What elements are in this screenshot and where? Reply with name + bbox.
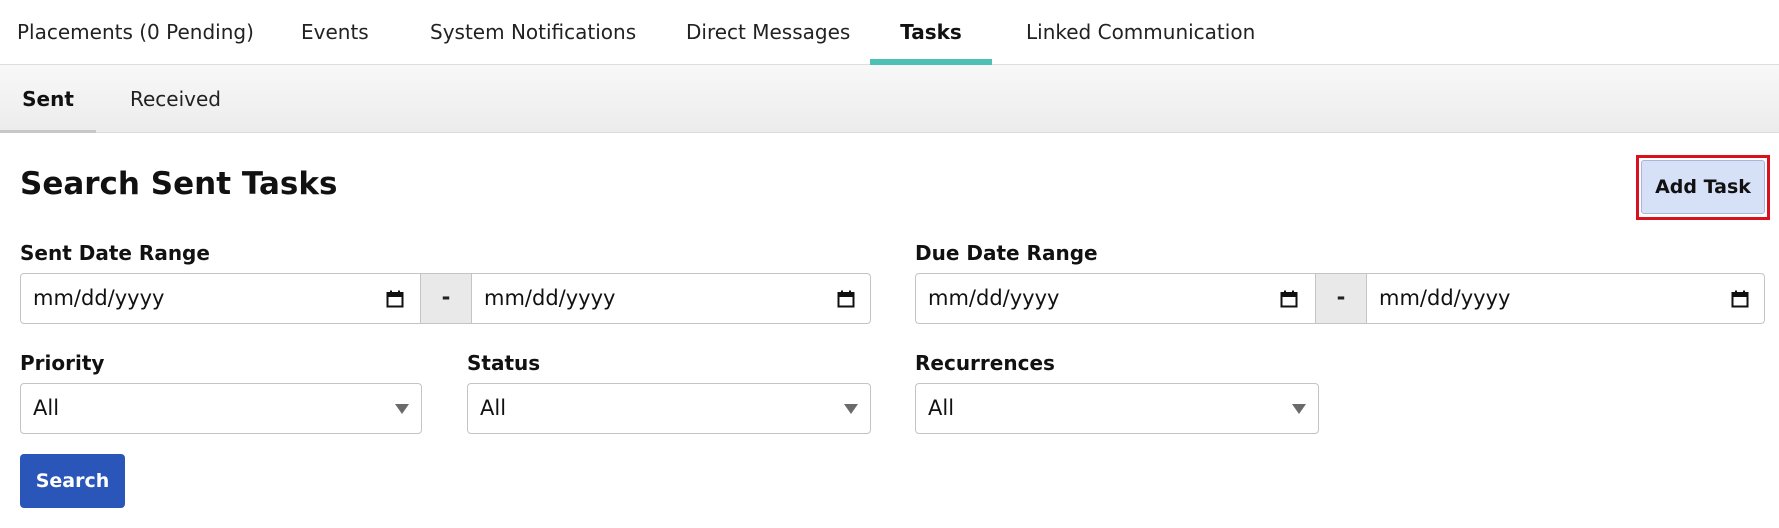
recurrences-value: All xyxy=(928,396,955,420)
calendar-icon[interactable] xyxy=(386,290,404,308)
sent-date-range-label: Sent Date Range xyxy=(20,241,210,265)
priority-select[interactable]: All xyxy=(20,383,422,434)
sent-date-to-placeholder: mm/dd/yyyy xyxy=(484,286,616,310)
dropdown-caret-icon xyxy=(1292,404,1306,414)
due-date-range-group: mm/dd/yyyy - mm/dd/yyyy xyxy=(915,273,1765,324)
recurrences-select[interactable]: All xyxy=(915,383,1319,434)
due-date-to-input[interactable]: mm/dd/yyyy xyxy=(1367,274,1764,323)
calendar-icon[interactable] xyxy=(1280,290,1298,308)
tab-linked-communication[interactable]: Linked Communication xyxy=(1026,0,1255,65)
due-date-to-placeholder: mm/dd/yyyy xyxy=(1379,286,1511,310)
sub-tabs: Sent Received xyxy=(0,65,1779,133)
due-date-from-input[interactable]: mm/dd/yyyy xyxy=(916,274,1315,323)
search-button[interactable]: Search xyxy=(20,454,125,508)
sent-date-from-input[interactable]: mm/dd/yyyy xyxy=(21,274,420,323)
status-label: Status xyxy=(467,351,541,375)
calendar-icon[interactable] xyxy=(837,290,855,308)
tab-events[interactable]: Events xyxy=(301,0,369,65)
tab-direct-messages[interactable]: Direct Messages xyxy=(686,0,850,65)
due-date-range-separator: - xyxy=(1315,274,1367,323)
page-title: Search Sent Tasks xyxy=(20,166,338,202)
sent-date-range-separator: - xyxy=(420,274,472,323)
sent-date-range-group: mm/dd/yyyy - mm/dd/yyyy xyxy=(20,273,871,324)
recurrences-label: Recurrences xyxy=(915,351,1055,375)
status-select[interactable]: All xyxy=(467,383,871,434)
dropdown-caret-icon xyxy=(844,404,858,414)
due-date-from-placeholder: mm/dd/yyyy xyxy=(928,286,1060,310)
dropdown-caret-icon xyxy=(395,404,409,414)
priority-label: Priority xyxy=(20,351,105,375)
priority-value: All xyxy=(33,396,60,420)
sent-date-to-input[interactable]: mm/dd/yyyy xyxy=(472,274,870,323)
tab-placements[interactable]: Placements (0 Pending) xyxy=(17,0,254,65)
add-task-button[interactable]: Add Task xyxy=(1641,160,1765,214)
main-tabs: Placements (0 Pending) Events System Not… xyxy=(0,0,1779,65)
subtab-received[interactable]: Received xyxy=(130,65,221,132)
due-date-range-label: Due Date Range xyxy=(915,241,1098,265)
tab-system-notifications[interactable]: System Notifications xyxy=(430,0,636,65)
sent-date-from-placeholder: mm/dd/yyyy xyxy=(33,286,165,310)
calendar-icon[interactable] xyxy=(1731,290,1749,308)
status-value: All xyxy=(480,396,507,420)
subtab-sent[interactable]: Sent xyxy=(0,65,96,133)
tab-tasks[interactable]: Tasks xyxy=(870,0,992,65)
